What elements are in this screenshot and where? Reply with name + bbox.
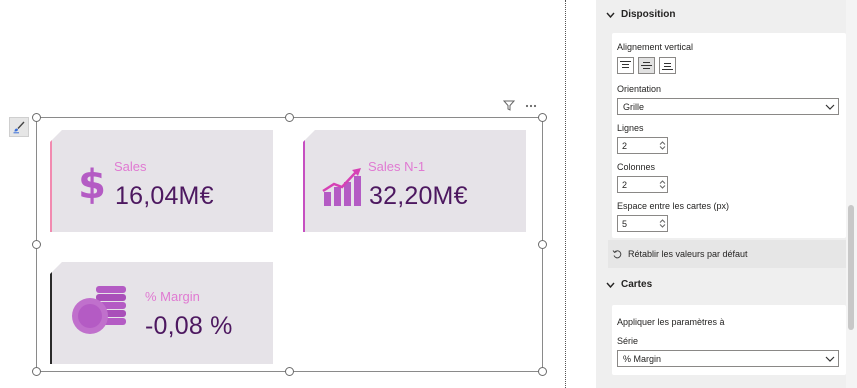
orientation-label: Orientation bbox=[617, 84, 662, 94]
section-cartes[interactable]: Cartes bbox=[606, 279, 652, 290]
columns-stepper[interactable]: 2 bbox=[617, 176, 668, 193]
resize-handle[interactable] bbox=[538, 367, 547, 376]
card-spacing-stepper[interactable]: 5 bbox=[617, 215, 668, 232]
chevron-down-icon[interactable] bbox=[659, 185, 666, 189]
paint-brush-icon bbox=[13, 121, 25, 134]
chevron-down-icon[interactable] bbox=[659, 146, 666, 150]
resize-handle[interactable] bbox=[538, 240, 547, 249]
coins-icon bbox=[72, 286, 126, 334]
orientation-value: Grille bbox=[623, 101, 645, 112]
svg-text:$: $ bbox=[78, 164, 106, 204]
kpi-label: % Margin bbox=[145, 289, 200, 304]
rows-value: 2 bbox=[622, 140, 628, 151]
chevron-up-icon[interactable] bbox=[659, 141, 666, 145]
kpi-label: Sales bbox=[114, 159, 147, 174]
undo-icon bbox=[612, 250, 622, 259]
apply-settings-label: Appliquer les paramètres à bbox=[617, 317, 725, 327]
reset-defaults-button[interactable]: Rétablir les valeurs par défaut bbox=[608, 240, 846, 268]
format-visual-button[interactable] bbox=[9, 117, 29, 137]
chevron-down-icon bbox=[825, 104, 835, 110]
rows-label: Lignes bbox=[617, 123, 644, 133]
resize-handle[interactable] bbox=[538, 113, 547, 122]
reset-defaults-label: Rétablir les valeurs par défaut bbox=[628, 249, 748, 259]
vertical-alignment-label: Alignement vertical bbox=[617, 42, 694, 52]
align-middle-icon bbox=[641, 62, 652, 69]
visual-header bbox=[503, 100, 537, 111]
resize-handle[interactable] bbox=[32, 367, 41, 376]
section-title: Cartes bbox=[621, 279, 653, 290]
section-disposition[interactable]: Disposition bbox=[606, 9, 675, 20]
growth-chart-icon bbox=[322, 168, 361, 206]
chevron-down-icon bbox=[606, 282, 615, 288]
kpi-value: 16,04M€ bbox=[115, 182, 214, 210]
report-canvas: $ Sales 16,04M€ Sales N-1 32,20M€ % Marg… bbox=[0, 0, 565, 388]
align-top-button[interactable] bbox=[617, 57, 634, 74]
kpi-value: -0,08 % bbox=[145, 312, 233, 340]
dollar-icon: $ bbox=[78, 164, 106, 204]
kpi-card-margin[interactable]: % Margin -0,08 % bbox=[50, 262, 273, 364]
series-dropdown[interactable]: % Margin bbox=[617, 350, 839, 367]
more-options-icon[interactable] bbox=[525, 104, 537, 108]
align-bottom-button[interactable] bbox=[659, 57, 676, 74]
series-label: Série bbox=[617, 336, 639, 346]
chevron-down-icon bbox=[825, 356, 835, 362]
chevron-up-icon[interactable] bbox=[659, 180, 666, 184]
kpi-card-sales-n1[interactable]: Sales N-1 32,20M€ bbox=[303, 130, 526, 232]
series-value: % Margin bbox=[623, 353, 662, 364]
canvas-divider bbox=[565, 0, 566, 388]
resize-handle[interactable] bbox=[285, 113, 294, 122]
section-title: Disposition bbox=[621, 9, 676, 20]
chevron-down-icon bbox=[606, 12, 615, 18]
kpi-label: Sales N-1 bbox=[368, 159, 426, 174]
align-middle-button[interactable] bbox=[638, 57, 655, 74]
card-spacing-label: Espace entre les cartes (px) bbox=[617, 201, 730, 211]
orientation-dropdown[interactable]: Grille bbox=[617, 98, 839, 115]
scrollbar-thumb[interactable] bbox=[848, 205, 854, 330]
rows-stepper[interactable]: 2 bbox=[617, 137, 668, 154]
card-spacing-value: 5 bbox=[622, 218, 628, 229]
resize-handle[interactable] bbox=[285, 367, 294, 376]
chevron-down-icon[interactable] bbox=[659, 224, 666, 228]
columns-value: 2 bbox=[622, 179, 628, 190]
align-bottom-icon bbox=[662, 63, 673, 70]
align-top-icon bbox=[620, 61, 631, 68]
resize-handle[interactable] bbox=[32, 113, 41, 122]
chevron-up-icon[interactable] bbox=[659, 219, 666, 223]
resize-handle[interactable] bbox=[32, 240, 41, 249]
kpi-value: 32,20M€ bbox=[369, 182, 468, 210]
filter-icon[interactable] bbox=[503, 100, 515, 111]
kpi-card-sales[interactable]: $ Sales 16,04M€ bbox=[50, 130, 273, 232]
columns-label: Colonnes bbox=[617, 162, 656, 172]
